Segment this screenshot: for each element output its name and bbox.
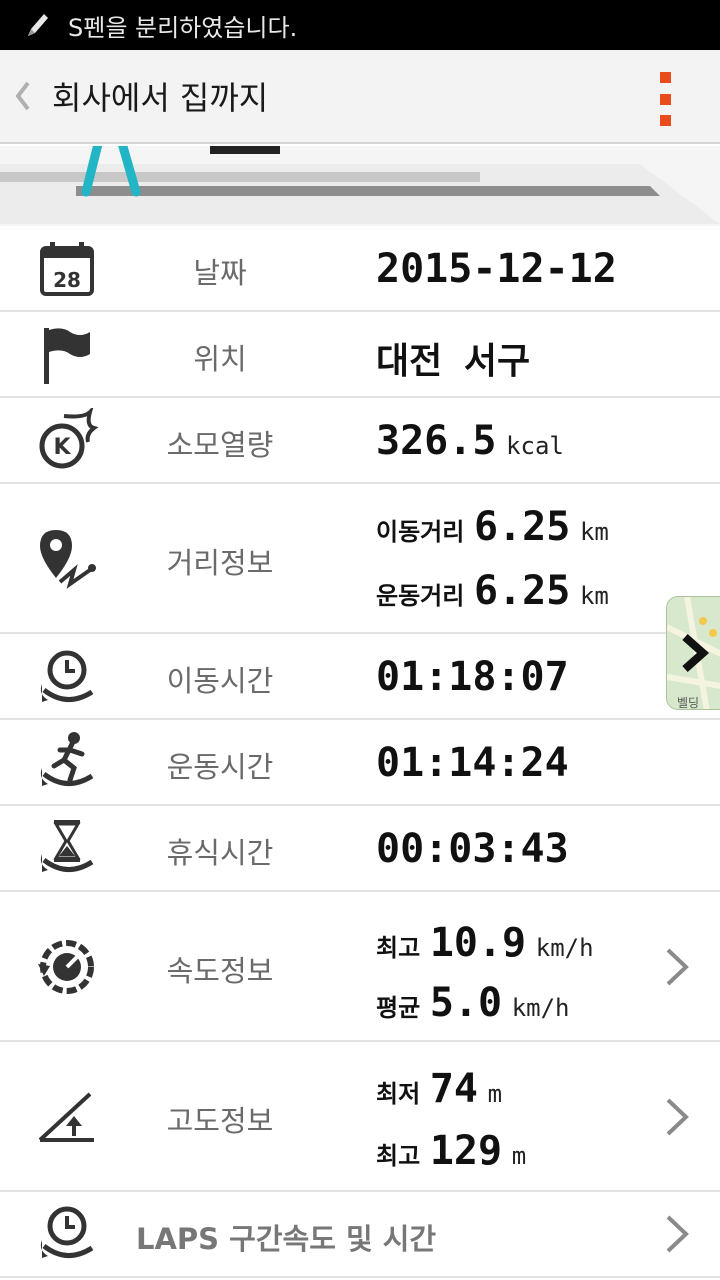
avg-speed-value: 5.0 [429, 980, 503, 1026]
svg-text:28: 28 [53, 268, 81, 292]
row-speed[interactable]: 속도정보 최고 10.9 km/h 평균 5.0 km/h [0, 892, 720, 1042]
min-altitude-value: 74 [429, 1066, 478, 1112]
record-detail-list: 28 날짜 2015-12-12 위치 대전 서구 K 소모열량 326.5 k… [0, 226, 720, 1278]
moved-distance-value: 6.25 [473, 504, 571, 550]
chevron-left-icon [15, 81, 30, 111]
max-speed-group: 최고 10.9 km/h [376, 920, 594, 966]
speed-label: 속도정보 [166, 954, 274, 988]
clock-cycle-icon [40, 1206, 94, 1258]
rest-time-value: 00:03:43 [376, 826, 569, 872]
distance-label: 거리정보 [166, 546, 274, 580]
row-calories: K 소모열량 326.5 kcal [0, 398, 720, 484]
row-date: 28 날짜 2015-12-12 [0, 226, 720, 312]
banner-track-graphic [0, 146, 720, 224]
calorie-flame-icon: K [39, 408, 99, 469]
clock-cycle-icon [40, 650, 94, 702]
page-title: 회사에서 집까지 [52, 79, 269, 117]
back-button[interactable] [6, 76, 40, 116]
date-value: 2015-12-12 [376, 246, 617, 292]
overflow-menu-button[interactable] [650, 72, 680, 126]
runner-cycle-icon [40, 732, 94, 786]
menu-dot-icon [659, 72, 671, 83]
map-side-tab[interactable]: 벨딩 [666, 596, 720, 710]
min-altitude-unit: m [487, 1080, 503, 1108]
laps-label: LAPS 구간속도 및 시간 [136, 1222, 437, 1256]
chevron-right-icon [666, 1098, 689, 1136]
speedometer-icon [38, 940, 94, 994]
calendar-icon: 28 [40, 242, 94, 296]
max-altitude-value: 129 [429, 1128, 503, 1174]
row-altitude[interactable]: 고도정보 최저 74 m 최고 129 m [0, 1042, 720, 1192]
location-value: 대전 서구 [376, 341, 531, 382]
moved-distance-unit: km [579, 518, 609, 546]
min-altitude-label: 최저 [376, 1080, 421, 1108]
app-bar: 회사에서 집까지 [0, 50, 720, 144]
calories-value-group: 326.5 kcal [376, 418, 564, 464]
avg-speed-unit: km/h [511, 994, 570, 1022]
avg-speed-group: 평균 5.0 km/h [376, 980, 570, 1026]
map-thumbnail: 벨딩 [667, 597, 720, 710]
max-speed-label: 최고 [376, 934, 421, 962]
menu-dot-icon [659, 115, 671, 126]
pen-icon [28, 14, 48, 36]
move-time-value: 01:18:07 [376, 654, 569, 700]
altitude-label: 고도정보 [166, 1104, 274, 1138]
max-speed-value: 10.9 [429, 920, 527, 966]
route-banner [0, 146, 720, 226]
row-exercise-time: 운동시간 01:14:24 [0, 720, 720, 806]
moved-distance-group: 이동거리 6.25 km [376, 504, 609, 550]
calories-value: 326.5 [376, 418, 497, 464]
avg-speed-label: 평균 [376, 994, 421, 1022]
exercise-distance-group: 운동거리 6.25 km [376, 568, 609, 614]
min-altitude-group: 최저 74 m [376, 1066, 502, 1112]
status-notification: S펜을 분리하였습니다. [68, 13, 298, 42]
calories-unit: kcal [506, 432, 564, 460]
max-altitude-label: 최고 [376, 1142, 421, 1170]
moved-distance-label: 이동거리 [376, 518, 465, 546]
hourglass-cycle-icon [40, 820, 94, 872]
exercise-distance-value: 6.25 [473, 568, 571, 614]
move-time-label: 이동시간 [166, 664, 274, 698]
max-altitude-group: 최고 129 m [376, 1128, 526, 1174]
rest-time-label: 휴식시간 [166, 836, 274, 870]
row-move-time: 이동시간 01:18:07 [0, 634, 720, 720]
status-bar: S펜을 분리하였습니다. [0, 0, 720, 50]
exercise-time-value: 01:14:24 [376, 740, 569, 786]
max-altitude-unit: m [511, 1142, 527, 1170]
chevron-right-icon [666, 1215, 689, 1253]
row-distance: 거리정보 이동거리 6.25 km 운동거리 6.25 km [0, 484, 720, 634]
chevron-right-icon [666, 948, 689, 986]
exercise-time-label: 운동시간 [166, 750, 274, 784]
menu-dot-icon [659, 93, 671, 105]
calories-label: 소모열량 [166, 428, 274, 462]
exercise-distance-label: 운동거리 [376, 582, 465, 610]
date-label: 날짜 [193, 256, 247, 290]
row-location: 위치 대전 서구 [0, 312, 720, 398]
row-laps[interactable]: LAPS 구간속도 및 시간 [0, 1192, 720, 1278]
exercise-distance-unit: km [579, 582, 609, 610]
map-pin-icon [40, 530, 96, 589]
row-rest-time: 휴식시간 00:03:43 [0, 806, 720, 892]
location-label: 위치 [193, 342, 247, 376]
altitude-icon [38, 1092, 94, 1142]
max-speed-unit: km/h [535, 934, 594, 962]
svg-text:벨딩: 벨딩 [677, 696, 699, 710]
svg-text:K: K [53, 435, 71, 460]
flag-icon [44, 328, 90, 384]
